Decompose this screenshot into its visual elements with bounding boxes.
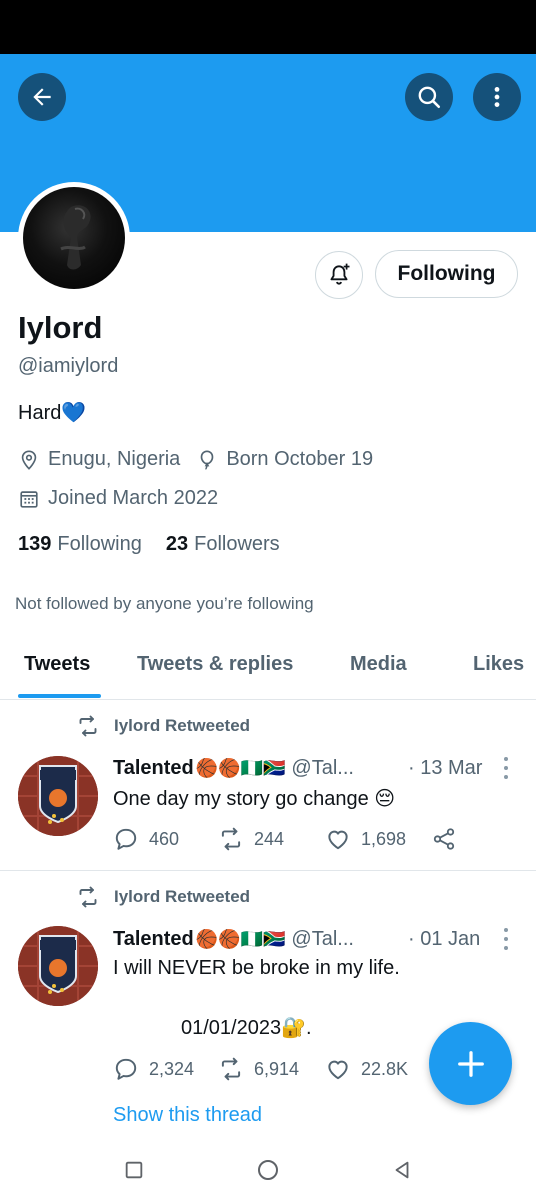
profile-name: Iylord [18,310,103,345]
tweet-author-handle: @Tal... [291,928,354,950]
follow-counts: 139 Following 23 Followers [18,533,280,556]
bell-plus-icon [330,263,350,285]
tweet-header: Talented 🏀🏀🇳🇬🇿🇦 @Tal... [113,757,354,780]
circle-icon [258,1160,278,1180]
following-count-link[interactable]: 139 Following [18,533,142,556]
reply-button[interactable]: 460 [113,826,179,852]
retweet-indicator: Iylord Retweeted [76,885,250,909]
tweet-text-line2: 01/01/2023🔐. [181,1017,312,1039]
heart-icon [328,1060,348,1080]
tweet-more-button[interactable] [499,757,513,779]
tweet-actions: 460 244 1,698 [113,826,473,856]
retweet-icon [79,715,97,737]
profile-joined-row: Joined March 2022 [18,487,218,510]
tweet-author-name[interactable]: Talented [113,757,194,780]
reply-button[interactable]: 2,324 [113,1056,194,1082]
like-button[interactable]: 1,698 [325,826,406,852]
following-button[interactable]: Following [375,250,518,298]
tweet-author-avatar[interactable] [18,926,98,1006]
profile-joined: Joined March 2022 [48,487,219,509]
heart-icon [328,830,348,850]
system-nav-bar [0,1140,536,1200]
tweet-text: I will NEVER be broke in my life. [113,957,400,979]
balloon-icon [196,449,218,471]
share-icon [433,828,455,850]
tab-tweets[interactable]: Tweets [24,653,90,676]
reply-icon [115,1058,137,1080]
tweet-author-avatar[interactable] [18,756,98,836]
tweet-more-button[interactable] [499,928,513,950]
back-arrow-icon [33,88,51,106]
tweet-header: Talented 🏀🏀🇳🇬🇿🇦 @Tal... [113,928,354,951]
tweet-text: One day my story go change 😔 [113,788,396,810]
tweet-divider [0,870,536,871]
not-followed-notice: Not followed by anyone you’re following [15,594,314,613]
profile-birthday: Born October 19 [226,448,374,470]
profile-location: Enugu, Nigeria [48,448,181,470]
home-button[interactable] [250,1152,286,1188]
status-bar [0,0,536,54]
back-button[interactable] [18,73,66,121]
tweet-author-name[interactable]: Talented [113,928,194,951]
retweet-indicator: Iylord Retweeted [76,714,250,738]
more-options-button[interactable] [473,73,521,121]
retweet-icon [221,1057,241,1081]
active-tab-indicator [18,694,101,698]
profile-avatar[interactable] [18,182,130,294]
triangle-back-icon [395,1161,409,1179]
search-icon [418,86,441,109]
retweet-button[interactable]: 6,914 [218,1056,299,1082]
tab-tweets-replies[interactable]: Tweets & replies [137,653,293,676]
share-button[interactable] [431,826,467,852]
plus-icon [457,1050,484,1077]
followers-count-link[interactable]: 23 Followers [166,533,280,556]
tweet-author-handle: @Tal... [291,757,354,779]
search-button[interactable] [405,73,453,121]
system-back-button[interactable] [384,1152,420,1188]
show-thread-link[interactable]: Show this thread [113,1104,262,1127]
retweet-button[interactable]: 244 [218,826,284,852]
tweet-actions: 2,324 6,914 22.8K [113,1056,473,1086]
square-icon [125,1161,143,1179]
profile-handle: @iamiylord [18,355,119,377]
retweet-icon [79,886,97,908]
tab-likes[interactable]: Likes [473,653,524,676]
tweet-date: · 01 Jan [408,928,481,950]
calendar-icon [18,488,40,510]
profile-bio: Hard💙 [18,402,87,424]
more-vertical-icon [494,87,500,107]
like-button[interactable]: 22.8K [325,1056,408,1082]
recent-apps-button[interactable] [116,1152,152,1188]
avatar-image [23,187,125,289]
profile-tabs: Tweets Tweets & replies Media Likes [0,640,536,700]
author-emoji: 🏀🏀🇳🇬🇿🇦 [195,929,286,949]
profile-meta-row: Enugu, Nigeria Born October 19 [18,448,373,471]
tweet-date: · 13 Mar [408,757,483,779]
tab-media[interactable]: Media [350,653,407,676]
reply-icon [115,828,137,850]
retweet-icon [221,827,241,851]
notifications-bell-button[interactable] [315,251,363,299]
location-pin-icon [18,449,40,471]
compose-tweet-button[interactable] [429,1022,512,1105]
author-emoji: 🏀🏀🇳🇬🇿🇦 [195,758,286,778]
